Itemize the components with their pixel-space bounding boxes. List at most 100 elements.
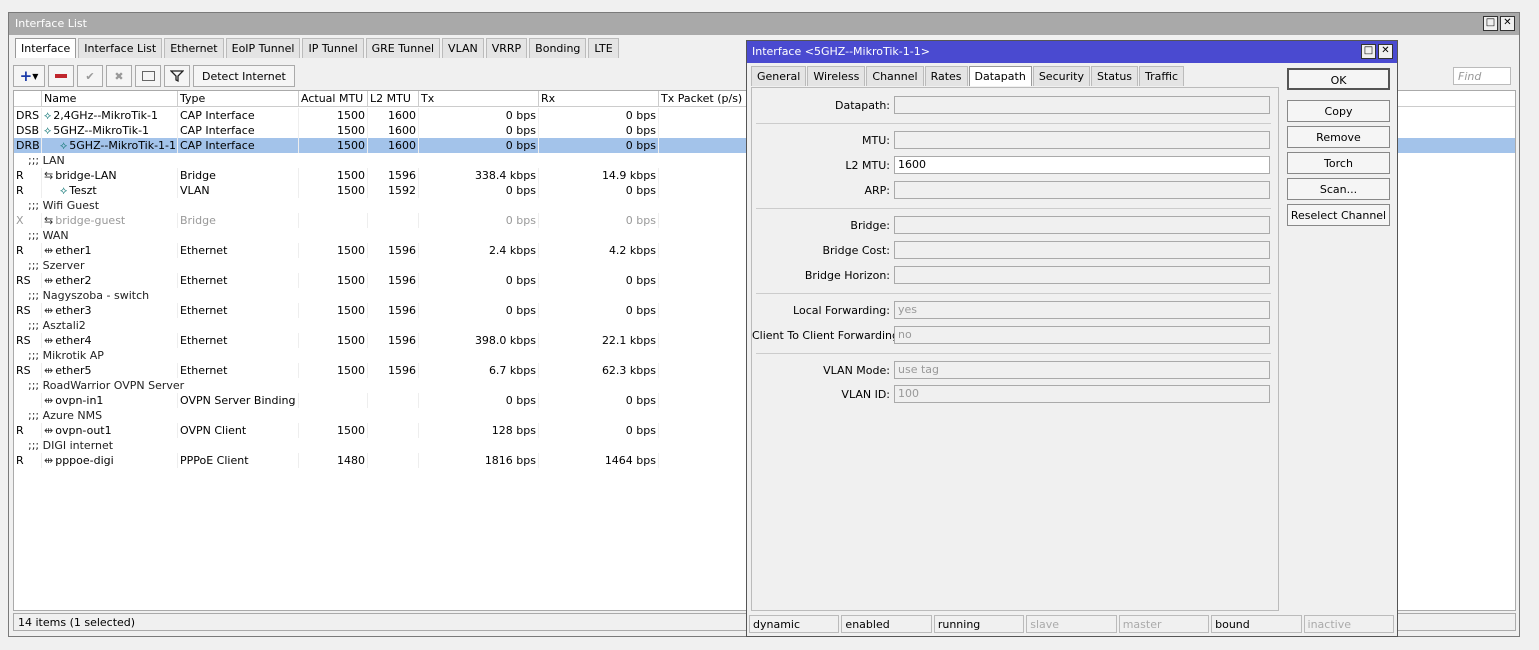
bridge-horizon-field[interactable] — [894, 266, 1270, 284]
row-amtu-cell — [299, 393, 368, 408]
row-l2mtu-cell: 1596 — [368, 333, 419, 348]
row-amtu-cell — [299, 213, 368, 228]
remove-button[interactable] — [48, 65, 74, 87]
dialog-tabs: General Wireless Channel Rates Datapath … — [751, 66, 1185, 86]
tab-vlan[interactable]: VLAN — [442, 38, 484, 58]
row-name-cell: ⇹ ovpn-out1 — [42, 423, 178, 438]
column-header-rx[interactable]: Rx — [539, 91, 659, 107]
detect-internet-button[interactable]: Detect Internet — [193, 65, 295, 87]
maximize-icon[interactable]: □ — [1361, 44, 1376, 59]
bridge-row: Bridge: — [752, 216, 1280, 236]
check-icon: ✔ — [85, 69, 95, 83]
vlan-id-row: VLAN ID: 100 — [752, 385, 1280, 405]
row-tx-cell: 128 bps — [419, 423, 539, 438]
l2mtu-field[interactable]: 1600 — [894, 156, 1270, 174]
row-l2mtu-cell: 1596 — [368, 303, 419, 318]
enable-button[interactable]: ✔ — [77, 65, 103, 87]
ok-button[interactable]: OK — [1287, 68, 1390, 90]
main-tabs: Interface Interface List Ethernet EoIP T… — [15, 38, 619, 58]
row-name: ether2 — [55, 274, 92, 287]
column-header-name[interactable]: Name — [42, 91, 178, 107]
copy-button[interactable]: Copy — [1287, 100, 1390, 122]
local-forwarding-field[interactable]: yes — [894, 301, 1270, 319]
chevron-down-icon: ▼ — [32, 71, 39, 81]
scan-button[interactable]: Scan... — [1287, 178, 1390, 200]
tab-lte[interactable]: LTE — [588, 38, 619, 58]
bridge-field[interactable] — [894, 216, 1270, 234]
close-icon[interactable]: ✕ — [1500, 16, 1515, 31]
interface-icon: ⇆ — [44, 214, 54, 227]
tab-wireless[interactable]: Wireless — [807, 66, 866, 86]
row-comment: ;;; Asztali2 — [28, 319, 86, 332]
dialog-titlebar[interactable]: Interface <5GHZ--MikroTik-1-1> □ ✕ — [747, 41, 1397, 63]
vlan-id-field[interactable]: 100 — [894, 385, 1270, 403]
tab-ip-tunnel[interactable]: IP Tunnel — [302, 38, 364, 58]
filter-icon — [170, 70, 184, 83]
row-l2mtu-cell — [368, 213, 419, 228]
interface-icon: ⇹ — [44, 304, 54, 317]
column-header-flags[interactable] — [14, 91, 42, 107]
row-name: 2,4GHz--MikroTik-1 — [53, 109, 158, 122]
column-header-tx-packet[interactable]: Tx Packet (p/s) — [659, 91, 759, 107]
tab-general[interactable]: General — [751, 66, 807, 86]
tab-status[interactable]: Status — [1090, 66, 1139, 86]
comment-button[interactable] — [135, 65, 161, 87]
row-txp-cell: 3 — [659, 333, 759, 348]
interface-icon: ⇹ — [44, 244, 54, 257]
arp-field[interactable] — [894, 181, 1270, 199]
tab-traffic[interactable]: Traffic — [1139, 66, 1185, 86]
row-name-cell: ⟡ Teszt — [42, 183, 178, 198]
row-flag-cell: R — [14, 243, 42, 258]
row-flag-cell: RS — [14, 303, 42, 318]
column-header-tx[interactable]: Tx — [419, 91, 539, 107]
tab-channel[interactable]: Channel — [866, 66, 924, 86]
column-header-type[interactable]: Type — [178, 91, 299, 107]
arp-label: ARP: — [864, 184, 890, 197]
tab-security[interactable]: Security — [1032, 66, 1090, 86]
datapath-field[interactable] — [894, 96, 1270, 114]
row-amtu-cell: 1500 — [299, 333, 368, 348]
row-rx-cell: 0 bps — [539, 183, 659, 198]
torch-button[interactable]: Torch — [1287, 152, 1390, 174]
row-tx-cell: 0 bps — [419, 183, 539, 198]
row-name: Teszt — [69, 184, 97, 197]
find-input[interactable]: Find — [1453, 67, 1511, 85]
tab-interface-list[interactable]: Interface List — [78, 38, 163, 58]
row-type-cell: CAP Interface — [178, 108, 299, 123]
tab-interface[interactable]: Interface — [15, 38, 77, 58]
bridge-horizon-label: Bridge Horizon: — [804, 269, 890, 282]
row-name-cell: ⇹ ovpn-in1 — [42, 393, 178, 408]
bridge-cost-field[interactable] — [894, 241, 1270, 259]
filter-button[interactable] — [164, 65, 190, 87]
row-amtu-cell: 1500 — [299, 423, 368, 438]
remove-button[interactable]: Remove — [1287, 126, 1390, 148]
row-txp-cell — [659, 243, 759, 258]
interface-icon: ⟡ — [44, 109, 52, 122]
column-header-l2-mtu[interactable]: L2 MTU — [368, 91, 419, 107]
mtu-field[interactable] — [894, 131, 1270, 149]
c2c-forwarding-field[interactable]: no — [894, 326, 1270, 344]
row-name: ether1 — [55, 244, 92, 257]
tab-rates[interactable]: Rates — [924, 66, 968, 86]
tab-gre-tunnel[interactable]: GRE Tunnel — [365, 38, 441, 58]
row-comment: ;;; Nagyszoba - switch — [28, 289, 150, 302]
separator — [756, 353, 1271, 354]
reselect-channel-button[interactable]: Reselect Channel — [1287, 204, 1390, 226]
column-header-actual-mtu[interactable]: Actual MTU — [299, 91, 368, 107]
maximize-icon[interactable]: □ — [1483, 16, 1498, 31]
window-titlebar[interactable]: Interface List □ ✕ — [9, 13, 1519, 35]
row-comment: ;;; WAN — [28, 229, 69, 242]
row-tx-cell: 0 bps — [419, 273, 539, 288]
tab-bonding[interactable]: Bonding — [529, 38, 587, 58]
vlan-mode-field[interactable]: use tag — [894, 361, 1270, 379]
add-button[interactable]: + ▼ — [13, 65, 45, 87]
row-name: bridge-LAN — [55, 169, 117, 182]
tab-eoip-tunnel[interactable]: EoIP Tunnel — [225, 38, 301, 58]
tab-ethernet[interactable]: Ethernet — [164, 38, 224, 58]
close-icon[interactable]: ✕ — [1378, 44, 1393, 59]
row-comment: ;;; DIGI internet — [28, 439, 114, 452]
row-type-cell: Ethernet — [178, 273, 299, 288]
disable-button[interactable]: ✖ — [106, 65, 132, 87]
tab-datapath[interactable]: Datapath — [968, 66, 1032, 86]
tab-vrrp[interactable]: VRRP — [485, 38, 528, 58]
